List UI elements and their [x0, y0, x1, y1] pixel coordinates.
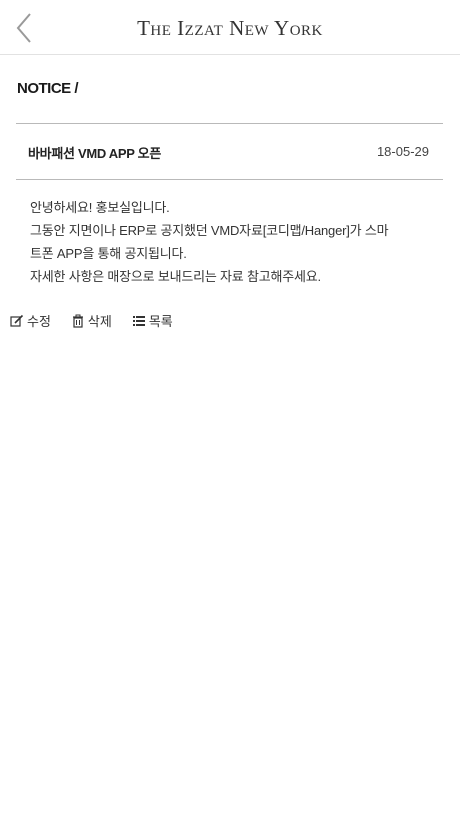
notice-subject: 바바패션 VMD APP 오픈	[28, 146, 161, 161]
notice-body-line: 자세한 사항은 매장으로 보내드리는 자료 참고해주세요.	[30, 269, 321, 284]
edit-button[interactable]: 수정	[10, 311, 51, 330]
notice-body: 안녕하세요! 홍보실입니다. 그동안 지면이나 ERP로 공지했던 VMD자료[…	[30, 196, 430, 288]
notice-body-line: 안녕하세요! 홍보실입니다.	[30, 200, 170, 215]
notice-date: 18-05-29	[376, 144, 429, 159]
edit-label: 수정	[27, 314, 51, 329]
brand-logo: The Izzat New York	[137, 16, 323, 40]
notice-header: 바바패션 VMD APP 오픈 18-05-29	[16, 123, 443, 180]
list-icon	[132, 314, 146, 328]
list-label: 목록	[148, 314, 173, 329]
notice-actions: 수정 삭제 목록	[10, 311, 193, 330]
trash-icon	[71, 314, 85, 328]
list-button[interactable]: 목록	[132, 311, 173, 330]
delete-label: 삭제	[87, 314, 112, 329]
edit-icon	[10, 314, 24, 328]
notice-body-line: 그동안 지면이나 ERP로 공지했던 VMD자료[코디맵/Hanger]가 스마	[30, 223, 389, 238]
delete-button[interactable]: 삭제	[71, 311, 112, 330]
notice-body-line: 트폰 APP을 통해 공지됩니다.	[30, 246, 187, 261]
app-header: The Izzat New York	[0, 0, 460, 55]
section-title: NOTICE /	[17, 80, 79, 97]
